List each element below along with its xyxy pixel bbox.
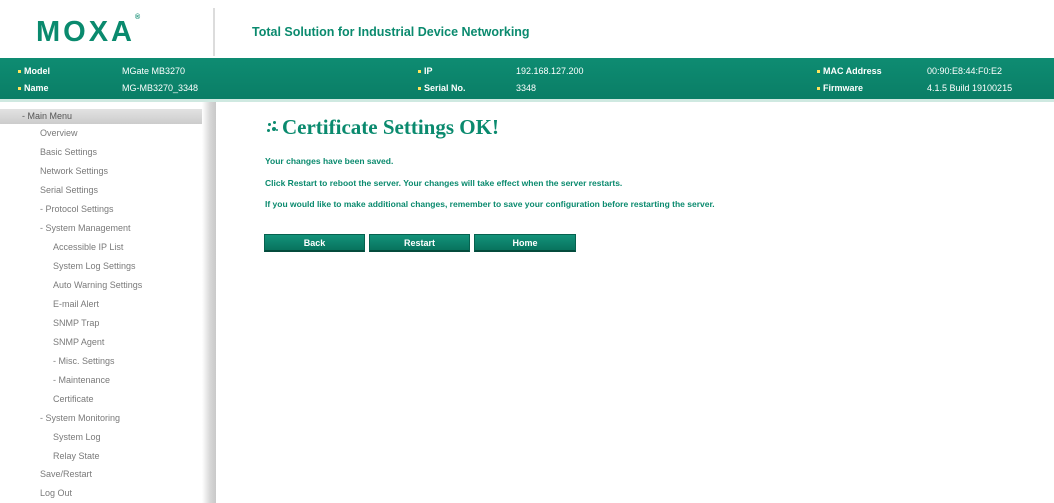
model-info: Model MGate MB3270 xyxy=(18,66,208,82)
sidebar-item-accessible-ip-list[interactable]: Accessible IP List xyxy=(53,242,123,252)
name-label: Name xyxy=(24,83,49,93)
sidebar-item-system-monitoring[interactable]: - System Monitoring xyxy=(40,413,120,423)
sidebar-item-save-restart[interactable]: Save/Restart xyxy=(40,469,92,479)
sidebar-menu: - Main Menu Overview Basic Settings Netw… xyxy=(0,102,213,503)
serial-value: 3348 xyxy=(516,83,537,93)
saved-message: Your changes have been saved. xyxy=(265,156,394,166)
bullet-icon xyxy=(817,70,820,74)
sparkle-icon xyxy=(266,120,280,134)
bullet-icon xyxy=(817,87,820,91)
sidebar-item-system-log-settings[interactable]: System Log Settings xyxy=(53,261,136,271)
sidebar-item-serial-settings[interactable]: Serial Settings xyxy=(40,185,98,195)
sidebar-item-auto-warning-settings[interactable]: Auto Warning Settings xyxy=(53,280,142,290)
model-label: Model xyxy=(24,66,50,76)
sidebar-item-log-out[interactable]: Log Out xyxy=(40,488,72,498)
header-divider xyxy=(213,8,215,56)
model-value: MGate MB3270 xyxy=(122,66,186,76)
tagline: Total Solution for Industrial Device Net… xyxy=(252,25,530,39)
main-menu-header[interactable]: - Main Menu xyxy=(0,109,204,124)
serial-info: Serial No. 3348 xyxy=(418,83,618,99)
sidebar-item-maintenance[interactable]: - Maintenance xyxy=(53,375,110,385)
registered-mark: ® xyxy=(135,14,141,21)
firmware-value: 4.1.5 Build 19100215 xyxy=(927,83,1013,93)
logo-text: MOXA xyxy=(36,16,135,48)
restart-message: Click Restart to reboot the server. Your… xyxy=(265,178,623,188)
bullet-icon xyxy=(418,70,421,74)
moxa-logo: MOXA® xyxy=(36,14,141,49)
restart-button[interactable]: Restart xyxy=(369,234,470,252)
ip-value: 192.168.127.200 xyxy=(516,66,584,76)
page-title-text: Certificate Settings OK! xyxy=(282,115,499,139)
sidebar-item-snmp-agent[interactable]: SNMP Agent xyxy=(53,337,104,347)
sidebar-item-network-settings[interactable]: Network Settings xyxy=(40,166,108,176)
header: MOXA® Total Solution for Industrial Devi… xyxy=(0,0,1054,56)
sidebar-item-protocol-settings[interactable]: - Protocol Settings xyxy=(40,204,114,214)
serial-label: Serial No. xyxy=(424,83,466,93)
logo-area: MOXA® xyxy=(0,0,213,56)
sidebar-edge xyxy=(202,102,216,503)
page: MOXA® Total Solution for Industrial Devi… xyxy=(0,0,1054,503)
page-title: Certificate Settings OK! xyxy=(266,115,499,140)
sidebar-item-basic-settings[interactable]: Basic Settings xyxy=(40,147,97,157)
back-button[interactable]: Back xyxy=(264,234,365,252)
firmware-label: Firmware xyxy=(823,83,864,93)
mac-value: 00:90:E8:44:F0:E2 xyxy=(927,66,1003,76)
mac-label: MAC Address xyxy=(823,66,882,76)
device-info-bar: Model MGate MB3270 Name MG-MB3270_3348 I… xyxy=(0,58,1054,102)
bullet-icon xyxy=(418,87,421,91)
sidebar-item-system-log[interactable]: System Log xyxy=(53,432,101,442)
name-info: Name MG-MB3270_3348 xyxy=(18,83,208,99)
sidebar-item-overview[interactable]: Overview xyxy=(40,128,78,138)
bullet-icon xyxy=(18,70,21,74)
name-value: MG-MB3270_3348 xyxy=(122,83,199,93)
ip-info: IP 192.168.127.200 xyxy=(418,66,618,82)
home-button[interactable]: Home xyxy=(474,234,576,252)
main-content: Certificate Settings OK! Your changes ha… xyxy=(216,102,1054,503)
sidebar-item-certificate[interactable]: Certificate xyxy=(53,394,94,404)
sidebar-item-relay-state[interactable]: Relay State xyxy=(53,451,100,461)
sidebar-item-system-management[interactable]: - System Management xyxy=(40,223,131,233)
firmware-info: Firmware 4.1.5 Build 19100215 xyxy=(817,83,1047,99)
additional-changes-message: If you would like to make additional cha… xyxy=(265,199,715,209)
bullet-icon xyxy=(18,87,21,91)
ip-label: IP xyxy=(424,66,433,76)
sidebar-item-snmp-trap[interactable]: SNMP Trap xyxy=(53,318,99,328)
sidebar-item-misc-settings[interactable]: - Misc. Settings xyxy=(53,356,115,366)
sidebar-item-email-alert[interactable]: E-mail Alert xyxy=(53,299,99,309)
mac-info: MAC Address 00:90:E8:44:F0:E2 xyxy=(817,66,1047,82)
